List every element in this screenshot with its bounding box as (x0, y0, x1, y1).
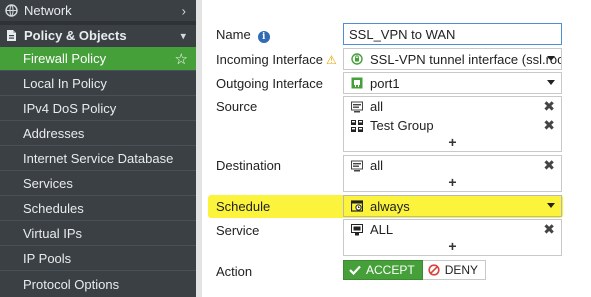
policy-form: Namei Incoming Interface⚠ SSL-VPN tunnel… (196, 0, 591, 297)
destination-entry: all ✖ (344, 156, 561, 175)
remove-icon[interactable]: ✖ (543, 117, 555, 134)
sidebar-item-schedules[interactable]: Schedules (0, 196, 196, 221)
incoming-interface-label-text: Incoming Interface (216, 52, 323, 67)
sidebar-item-protocol-options[interactable]: Protocol Options (0, 271, 196, 297)
sidebar-item-services[interactable]: Services (0, 171, 196, 196)
sidebar-item-label: Local In Policy (23, 75, 107, 91)
action-label-text: Action (216, 264, 253, 279)
info-icon[interactable]: i (257, 31, 270, 43)
deny-button[interactable]: DENY (422, 260, 487, 280)
chevron-right-icon: › (181, 3, 186, 18)
sidebar: Network › Policy & Objects ▾ Firewall Po… (0, 0, 196, 297)
chevron-down-icon: ▾ (180, 30, 186, 42)
policy-objects-icon (4, 29, 18, 43)
address-group-icon (350, 119, 363, 132)
sidebar-item-label: Protocol Options (23, 276, 120, 292)
sidebar-item-ip-pools[interactable]: IP Pools (0, 246, 196, 271)
sidebar-item-policy-objects[interactable]: Policy & Objects ▾ (0, 25, 196, 46)
sidebar-item-label: Internet Service Database (23, 150, 174, 166)
action-label: Action (216, 264, 252, 279)
source-entry: all ✖ (344, 97, 561, 116)
schedule-label: Schedule (216, 199, 270, 214)
add-destination-button[interactable]: + (344, 175, 561, 191)
name-label-text: Name (216, 27, 251, 42)
outgoing-interface-value: port1 (370, 75, 400, 91)
sidebar-item-label: Addresses (23, 125, 85, 141)
service-icon (350, 223, 363, 236)
caret-down-icon (547, 80, 555, 85)
incoming-interface-label: Incoming Interface ⚠ (216, 52, 337, 67)
action-toggle: ACCEPT DENY (343, 260, 487, 280)
add-service-button[interactable]: + (344, 239, 561, 255)
address-icon (350, 159, 363, 172)
name-input[interactable] (343, 23, 562, 45)
sidebar-item-label: Virtual IPs (23, 225, 83, 241)
sidebar-item-label: Services (23, 175, 73, 191)
source-label: Source (216, 99, 257, 114)
sidebar-item-addresses[interactable]: Addresses (0, 121, 196, 146)
source-entry: Test Group ✖ (344, 116, 561, 135)
sidebar-item-virtual-ips[interactable]: Virtual IPs (0, 221, 196, 246)
service-field[interactable]: ALL ✖ + (343, 219, 562, 256)
deny-label: DENY (444, 263, 479, 277)
address-icon (350, 100, 363, 113)
name-label: Name i (216, 27, 270, 43)
deny-icon (428, 264, 440, 276)
sidebar-item-label: Policy & Objects (24, 28, 127, 43)
caret-down-icon (547, 56, 555, 61)
schedule-icon (350, 200, 363, 213)
port-icon (350, 77, 363, 90)
source-field[interactable]: all ✖ Test Group ✖ + (343, 96, 562, 152)
accept-button[interactable]: ACCEPT (343, 260, 423, 280)
sidebar-item-label: Network (24, 3, 72, 18)
outgoing-interface-label-text: Outgoing Interface (216, 76, 323, 91)
star-icon[interactable]: ☆ (175, 50, 188, 68)
outgoing-interface-select[interactable]: port1 (343, 72, 562, 94)
sidebar-item-label: IP Pools (23, 250, 72, 266)
warning-icon: ⚠ (325, 53, 337, 67)
accept-label: ACCEPT (366, 263, 415, 277)
incoming-interface-select[interactable]: SSL-VPN tunnel interface (ssl.roo (343, 48, 562, 70)
tunnel-interface-icon (350, 53, 363, 66)
sidebar-item-label: IPv4 DoS Policy (23, 100, 117, 116)
caret-down-icon (547, 203, 555, 208)
schedule-select[interactable]: always (343, 195, 562, 217)
service-entry-value: ALL (370, 222, 394, 237)
remove-icon[interactable]: ✖ (543, 98, 555, 115)
sidebar-item-local-in-policy[interactable]: Local In Policy (0, 71, 196, 96)
service-label-text: Service (216, 223, 260, 238)
source-label-text: Source (216, 99, 258, 114)
schedule-label-text: Schedule (216, 199, 271, 214)
sidebar-item-ipv4-dos-policy[interactable]: IPv4 DoS Policy (0, 96, 196, 121)
checkmark-icon (349, 265, 361, 275)
sidebar-item-firewall-policy[interactable]: Firewall Policy ☆ (0, 47, 196, 71)
sidebar-item-internet-service-database[interactable]: Internet Service Database (0, 146, 196, 171)
source-entry-value: Test Group (370, 118, 434, 133)
destination-label: Destination (216, 158, 281, 173)
schedule-value: always (370, 198, 410, 214)
destination-field[interactable]: all ✖ + (343, 155, 562, 192)
sidebar-item-network[interactable]: Network › (0, 0, 196, 21)
service-label: Service (216, 223, 259, 238)
incoming-interface-value: SSL-VPN tunnel interface (ssl.roo (370, 51, 561, 67)
destination-label-text: Destination (216, 158, 282, 173)
remove-icon[interactable]: ✖ (543, 221, 555, 238)
source-entry-value: all (370, 99, 384, 114)
sidebar-item-label: Firewall Policy (23, 51, 107, 66)
remove-icon[interactable]: ✖ (543, 157, 555, 174)
destination-entry-value: all (370, 158, 384, 173)
add-source-button[interactable]: + (344, 135, 561, 151)
service-entry: ALL ✖ (344, 220, 561, 239)
sidebar-item-label: Schedules (23, 200, 84, 216)
outgoing-interface-label: Outgoing Interface (216, 76, 323, 91)
network-icon (4, 4, 18, 18)
